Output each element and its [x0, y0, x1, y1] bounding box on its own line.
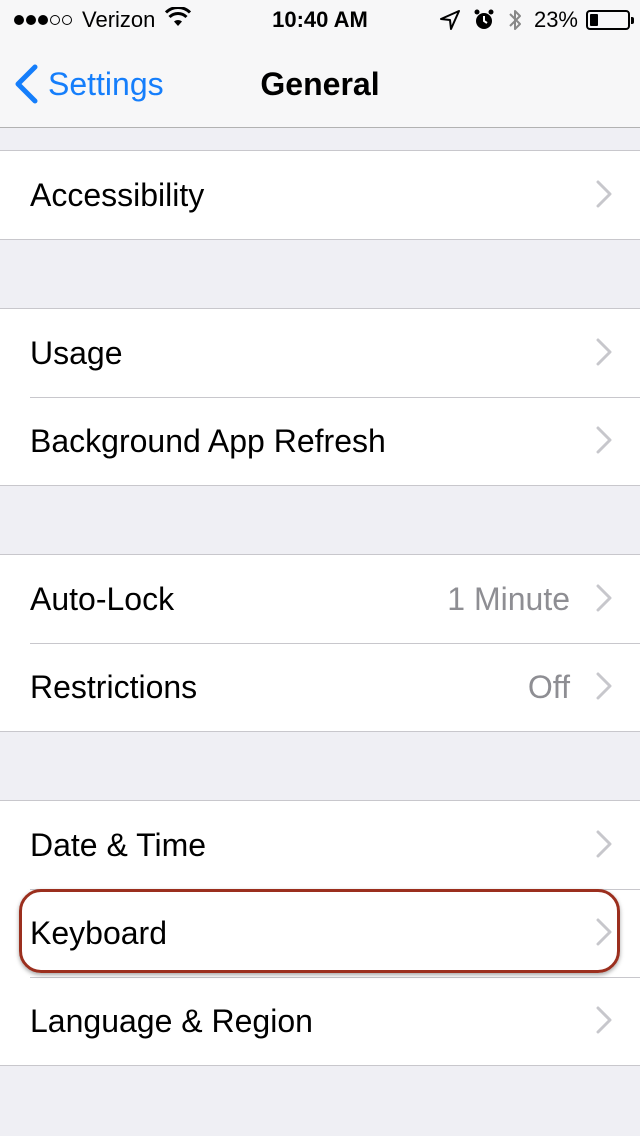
chevron-right-icon [596, 830, 612, 858]
row-label: Restrictions [30, 669, 198, 705]
battery-icon [586, 10, 634, 30]
chevron-right-icon [596, 338, 612, 366]
row-label: Keyboard [30, 915, 167, 951]
settings-group-locale: Date & Time Keyboard Language & Region [0, 800, 640, 1066]
row-label: Date & Time [30, 827, 207, 863]
settings-group-usage: Usage Background App Refresh [0, 308, 640, 486]
settings-row-usage[interactable]: Usage [0, 309, 640, 397]
row-label: Usage [30, 335, 123, 371]
row-label: Background App Refresh [30, 423, 386, 459]
settings-group-accessibility: Accessibility [0, 150, 640, 240]
alarm-icon [474, 9, 494, 31]
navigation-bar: Settings General [0, 40, 640, 128]
settings-row-auto-lock[interactable]: Auto-Lock 1 Minute [0, 555, 640, 643]
chevron-right-icon [596, 584, 612, 612]
chevron-right-icon [596, 918, 612, 946]
chevron-right-icon [596, 1006, 612, 1034]
settings-row-keyboard[interactable]: Keyboard [0, 889, 640, 977]
chevron-right-icon [596, 426, 612, 454]
chevron-right-icon [596, 180, 612, 208]
row-label: Auto-Lock [30, 581, 175, 617]
status-right: 23% [426, 6, 634, 34]
chevron-right-icon [596, 672, 612, 700]
bluetooth-icon [508, 8, 522, 32]
settings-row-language-region[interactable]: Language & Region [0, 977, 640, 1065]
row-value: 1 Minute [447, 581, 570, 617]
settings-row-accessibility[interactable]: Accessibility [0, 151, 640, 239]
settings-row-restrictions[interactable]: Restrictions Off [0, 643, 640, 731]
row-label: Language & Region [30, 1003, 313, 1039]
page-title: General [260, 66, 380, 102]
location-arrow-icon [439, 10, 460, 30]
settings-row-date-time[interactable]: Date & Time [0, 801, 640, 889]
status-bar: Verizon 10:40 AM 23% [0, 0, 640, 40]
row-label: Accessibility [30, 177, 205, 213]
battery-percent: 23% [533, 7, 578, 32]
settings-group-lock: Auto-Lock 1 Minute Restrictions Off [0, 554, 640, 732]
settings-row-background-app-refresh[interactable]: Background App Refresh [0, 397, 640, 485]
battery-fill [590, 14, 599, 26]
row-value: Off [527, 669, 570, 705]
